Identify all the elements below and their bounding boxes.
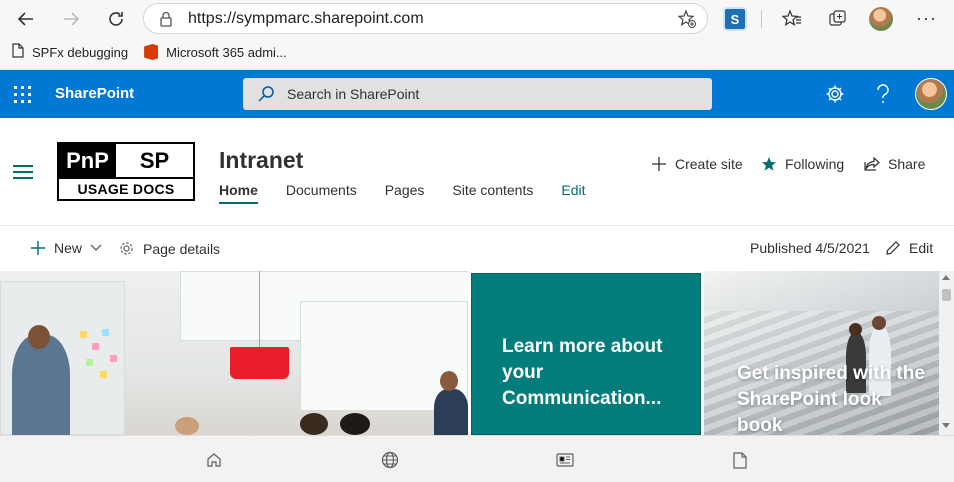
star-filled-icon xyxy=(761,156,777,172)
search-icon xyxy=(257,85,275,108)
refresh-icon xyxy=(109,12,123,26)
toolbar-divider xyxy=(761,10,762,28)
site-logo[interactable]: PnP SP USAGE DOCS xyxy=(57,142,195,201)
document-icon xyxy=(12,43,24,61)
create-site-label: Create site xyxy=(675,156,743,172)
back-arrow-icon xyxy=(17,12,33,26)
hero-tile-communication[interactable]: Learn more about your Communication... xyxy=(471,273,701,435)
person-figure xyxy=(12,335,70,435)
lock-icon xyxy=(159,11,173,32)
published-status: Published 4/5/2021 xyxy=(750,240,870,256)
share-icon xyxy=(864,156,880,172)
page-scrollbar[interactable] xyxy=(939,271,954,435)
scroll-up-arrow-icon[interactable] xyxy=(942,275,950,280)
back-button[interactable] xyxy=(14,7,38,31)
nav-item-documents[interactable]: Documents xyxy=(286,182,357,204)
app-launcher-icon[interactable] xyxy=(14,86,31,103)
search-placeholder: Search in SharePoint xyxy=(287,86,420,102)
forward-arrow-icon xyxy=(64,12,80,26)
page-icon[interactable] xyxy=(731,451,749,469)
favorites-icon[interactable] xyxy=(780,7,804,31)
plus-icon xyxy=(651,156,667,172)
share-label: Share xyxy=(888,156,926,172)
create-site-button[interactable]: Create site xyxy=(651,156,743,172)
sharepoint-extension-icon[interactable]: S xyxy=(725,9,745,29)
bookmark-label: Microsoft 365 admi... xyxy=(166,44,287,60)
nav-item-pages[interactable]: Pages xyxy=(385,182,425,204)
home-icon[interactable] xyxy=(205,451,223,469)
sharepoint-brand[interactable]: SharePoint xyxy=(55,85,134,102)
nav-edit-link[interactable]: Edit xyxy=(561,182,585,204)
command-bar: New Page details Published 4/5/2021 Edit xyxy=(0,227,954,271)
add-favorite-icon[interactable] xyxy=(677,9,697,34)
site-title[interactable]: Intranet xyxy=(219,147,303,174)
logo-text-sp: SP xyxy=(139,147,170,173)
account-avatar[interactable] xyxy=(915,78,947,110)
new-label: New xyxy=(54,240,83,256)
office-logo-icon xyxy=(144,44,159,60)
forward-button[interactable] xyxy=(59,7,83,31)
red-lamp xyxy=(230,347,289,379)
plus-icon xyxy=(30,240,46,256)
bookmark-label: SPFx debugging xyxy=(32,44,129,60)
collections-icon[interactable] xyxy=(825,7,849,31)
logo-text-usage-docs: USAGE DOCS xyxy=(59,177,193,199)
hero-tile-look-book[interactable]: Get inspired with the SharePoint look bo… xyxy=(704,271,939,435)
globe-icon[interactable] xyxy=(381,451,399,469)
hero-webpart: Learn more about your Communication... G… xyxy=(0,271,954,435)
hero-tile-text: Learn more about your Communication... xyxy=(502,336,663,409)
profile-avatar[interactable] xyxy=(869,7,893,31)
url-text[interactable]: https://sympmarc.sharepoint.com xyxy=(188,10,424,28)
hamburger-menu-icon[interactable] xyxy=(13,165,33,179)
logo-text-pnp: PnP xyxy=(59,144,116,177)
new-button[interactable]: New xyxy=(30,240,102,256)
gear-icon xyxy=(118,240,135,257)
hero-tile-office-photo[interactable] xyxy=(0,271,468,435)
following-label: Following xyxy=(785,156,845,172)
nav-item-site-contents[interactable]: Site contents xyxy=(452,182,533,204)
suite-bar: SharePoint Search in SharePoint xyxy=(0,70,954,118)
scroll-down-arrow-icon[interactable] xyxy=(942,423,950,428)
site-navigation: Home Documents Pages Site contents Edit xyxy=(219,182,613,204)
nav-item-home[interactable]: Home xyxy=(219,182,258,204)
bottom-toolbar xyxy=(0,435,954,482)
help-icon[interactable] xyxy=(871,82,895,106)
address-bar[interactable]: https://sympmarc.sharepoint.com xyxy=(143,3,708,34)
settings-gear-icon[interactable] xyxy=(823,82,847,106)
refresh-button[interactable] xyxy=(104,7,128,31)
page-details-label: Page details xyxy=(143,240,221,257)
chevron-down-icon xyxy=(90,244,102,252)
scroll-thumb[interactable] xyxy=(942,289,951,301)
following-button[interactable]: Following xyxy=(761,156,844,172)
bookmark-microsoft-365-admin[interactable]: Microsoft 365 admi... xyxy=(144,44,287,60)
bookmarks-bar: SPFx debugging Microsoft 365 admi... xyxy=(0,38,303,66)
share-button[interactable]: Share xyxy=(864,156,925,172)
hero-tile-text: Get inspired with the SharePoint look bo… xyxy=(737,363,925,435)
bookmark-spfx-debugging[interactable]: SPFx debugging xyxy=(0,43,128,61)
edit-label: Edit xyxy=(909,240,934,256)
published-label: Published 4/5/2021 xyxy=(750,240,870,256)
page-details-button[interactable]: Page details xyxy=(118,240,220,257)
edit-page-button[interactable]: Edit xyxy=(885,240,933,256)
news-icon[interactable] xyxy=(556,451,574,469)
browser-toolbar: https://sympmarc.sharepoint.com S ··· SP… xyxy=(0,0,954,70)
pencil-icon xyxy=(885,240,901,256)
search-box[interactable]: Search in SharePoint xyxy=(243,78,712,110)
site-header: PnP SP USAGE DOCS Intranet Home Document… xyxy=(0,118,954,226)
settings-more-icon[interactable]: ··· xyxy=(916,8,937,29)
